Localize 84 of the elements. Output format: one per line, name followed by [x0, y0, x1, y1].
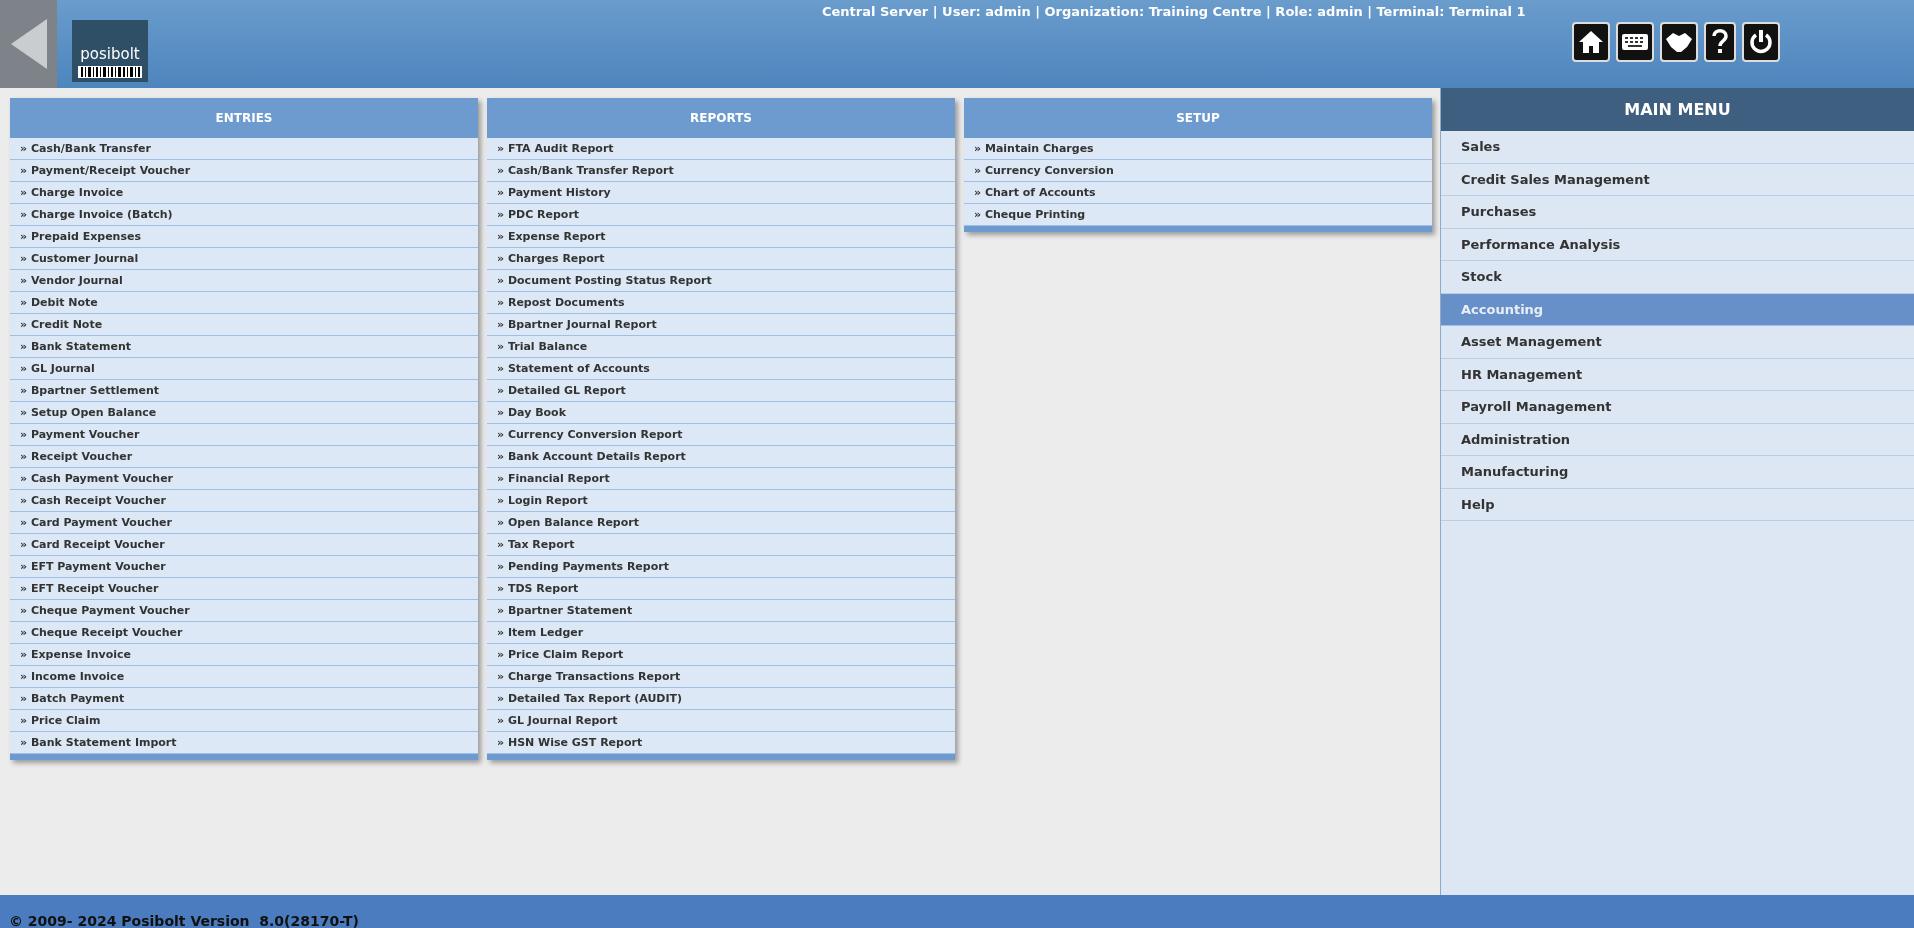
- keyboard-icon: [1621, 33, 1649, 51]
- menu-link[interactable]: » Cheque Receipt Voucher: [10, 622, 478, 644]
- menu-link[interactable]: » Charges Report: [487, 248, 955, 270]
- menu-link[interactable]: » Detailed GL Report: [487, 380, 955, 402]
- menu-link[interactable]: » Open Balance Report: [487, 512, 955, 534]
- main-menu-item[interactable]: Purchases: [1441, 196, 1914, 229]
- menu-link[interactable]: » Bank Statement: [10, 336, 478, 358]
- main-menu-item[interactable]: HR Management: [1441, 358, 1914, 391]
- main-menu-item[interactable]: Administration: [1441, 423, 1914, 456]
- menu-link[interactable]: » Currency Conversion: [964, 160, 1432, 182]
- home-button[interactable]: [1572, 22, 1610, 62]
- menu-link[interactable]: » Detailed Tax Report (AUDIT): [487, 688, 955, 710]
- menu-link[interactable]: » Cash Receipt Voucher: [10, 490, 478, 512]
- menu-link[interactable]: » Day Book: [487, 402, 955, 424]
- menu-link[interactable]: » GL Journal Report: [487, 710, 955, 732]
- menu-link[interactable]: » Charge Transactions Report: [487, 666, 955, 688]
- main-menu-item[interactable]: Manufacturing: [1441, 456, 1914, 489]
- menu-link[interactable]: » Currency Conversion Report: [487, 424, 955, 446]
- menu-link[interactable]: » PDC Report: [487, 204, 955, 226]
- menu-link[interactable]: » Cash/Bank Transfer: [10, 138, 478, 160]
- panel-title: ENTRIES: [10, 98, 478, 138]
- main-menu-item[interactable]: Payroll Management: [1441, 391, 1914, 424]
- panel-title: SETUP: [964, 98, 1432, 138]
- menu-link[interactable]: » Pending Payments Report: [487, 556, 955, 578]
- menu-link[interactable]: » FTA Audit Report: [487, 138, 955, 160]
- menu-link[interactable]: » Price Claim: [10, 710, 478, 732]
- menu-link[interactable]: » Statement of Accounts: [487, 358, 955, 380]
- menu-link[interactable]: » Bank Account Details Report: [487, 446, 955, 468]
- menu-link[interactable]: » Customer Journal: [10, 248, 478, 270]
- menu-link[interactable]: » Login Report: [487, 490, 955, 512]
- power-icon: [1748, 29, 1774, 55]
- menu-link[interactable]: » Expense Invoice: [10, 644, 478, 666]
- menu-link[interactable]: » Chart of Accounts: [964, 182, 1432, 204]
- main-menu-item[interactable]: Asset Management: [1441, 326, 1914, 359]
- menu-link[interactable]: » GL Journal: [10, 358, 478, 380]
- session-info: Central Server | User: admin | Organization: Training Centre | Role: admin | Terminal: Terminal 1: [822, 3, 1526, 21]
- menu-link[interactable]: » Financial Report: [487, 468, 955, 490]
- barcode-icon: [78, 66, 142, 78]
- help-icon: [1712, 29, 1728, 55]
- menu-link[interactable]: » Credit Note: [10, 314, 478, 336]
- logo: posibolt: [72, 20, 148, 82]
- menu-link[interactable]: » Maintain Charges: [964, 138, 1432, 160]
- menu-link[interactable]: » Payment History: [487, 182, 955, 204]
- menu-link[interactable]: » Tax Report: [487, 534, 955, 556]
- menu-link[interactable]: » Expense Report: [487, 226, 955, 248]
- menu-link[interactable]: » Prepaid Expenses: [10, 226, 478, 248]
- menu-link[interactable]: » Price Claim Report: [487, 644, 955, 666]
- main-menu-title: MAIN MENU: [1441, 88, 1914, 131]
- help-button[interactable]: [1704, 22, 1736, 62]
- main-menu-item[interactable]: Help: [1441, 488, 1914, 521]
- menu-link[interactable]: » Document Posting Status Report: [487, 270, 955, 292]
- menu-link[interactable]: » TDS Report: [487, 578, 955, 600]
- menu-link[interactable]: » Item Ledger: [487, 622, 955, 644]
- menu-link[interactable]: » Cash Payment Voucher: [10, 468, 478, 490]
- main-menu-item[interactable]: Sales: [1441, 131, 1914, 164]
- menu-link[interactable]: » Income Invoice: [10, 666, 478, 688]
- menu-link[interactable]: » Card Payment Voucher: [10, 512, 478, 534]
- logout-button[interactable]: [1742, 22, 1780, 62]
- menu-link[interactable]: » Payment Voucher: [10, 424, 478, 446]
- menu-link[interactable]: » Cheque Payment Voucher: [10, 600, 478, 622]
- menu-link[interactable]: » Bpartner Journal Report: [487, 314, 955, 336]
- menu-link[interactable]: » EFT Receipt Voucher: [10, 578, 478, 600]
- menu-link[interactable]: » EFT Payment Voucher: [10, 556, 478, 578]
- menu-link[interactable]: » Bpartner Settlement: [10, 380, 478, 402]
- menu-link[interactable]: » Repost Documents: [487, 292, 955, 314]
- menu-link[interactable]: » Batch Payment: [10, 688, 478, 710]
- menu-link[interactable]: » Charge Invoice (Batch): [10, 204, 478, 226]
- menu-link[interactable]: » Bpartner Statement: [487, 600, 955, 622]
- menu-link[interactable]: » Setup Open Balance: [10, 402, 478, 424]
- main-menu-item[interactable]: Performance Analysis: [1441, 228, 1914, 261]
- main-menu-item[interactable]: Stock: [1441, 261, 1914, 294]
- menu-link[interactable]: » Payment/Receipt Voucher: [10, 160, 478, 182]
- menu-link[interactable]: » Receipt Voucher: [10, 446, 478, 468]
- menu-link[interactable]: » Charge Invoice: [10, 182, 478, 204]
- menu-link[interactable]: » Vendor Journal: [10, 270, 478, 292]
- menu-link[interactable]: » Debit Note: [10, 292, 478, 314]
- footer-bar: © 2009- 2024 Posibolt Version 8.0(28170-T): [0, 895, 1914, 928]
- menu-link[interactable]: » Card Receipt Voucher: [10, 534, 478, 556]
- home-icon: [1578, 30, 1604, 54]
- keyboard-button[interactable]: [1616, 22, 1654, 62]
- menu-link[interactable]: » Trial Balance: [487, 336, 955, 358]
- menu-link[interactable]: » Cash/Bank Transfer Report: [487, 160, 955, 182]
- panel-title: REPORTS: [487, 98, 955, 138]
- main-menu-item[interactable]: Credit Sales Management: [1441, 163, 1914, 196]
